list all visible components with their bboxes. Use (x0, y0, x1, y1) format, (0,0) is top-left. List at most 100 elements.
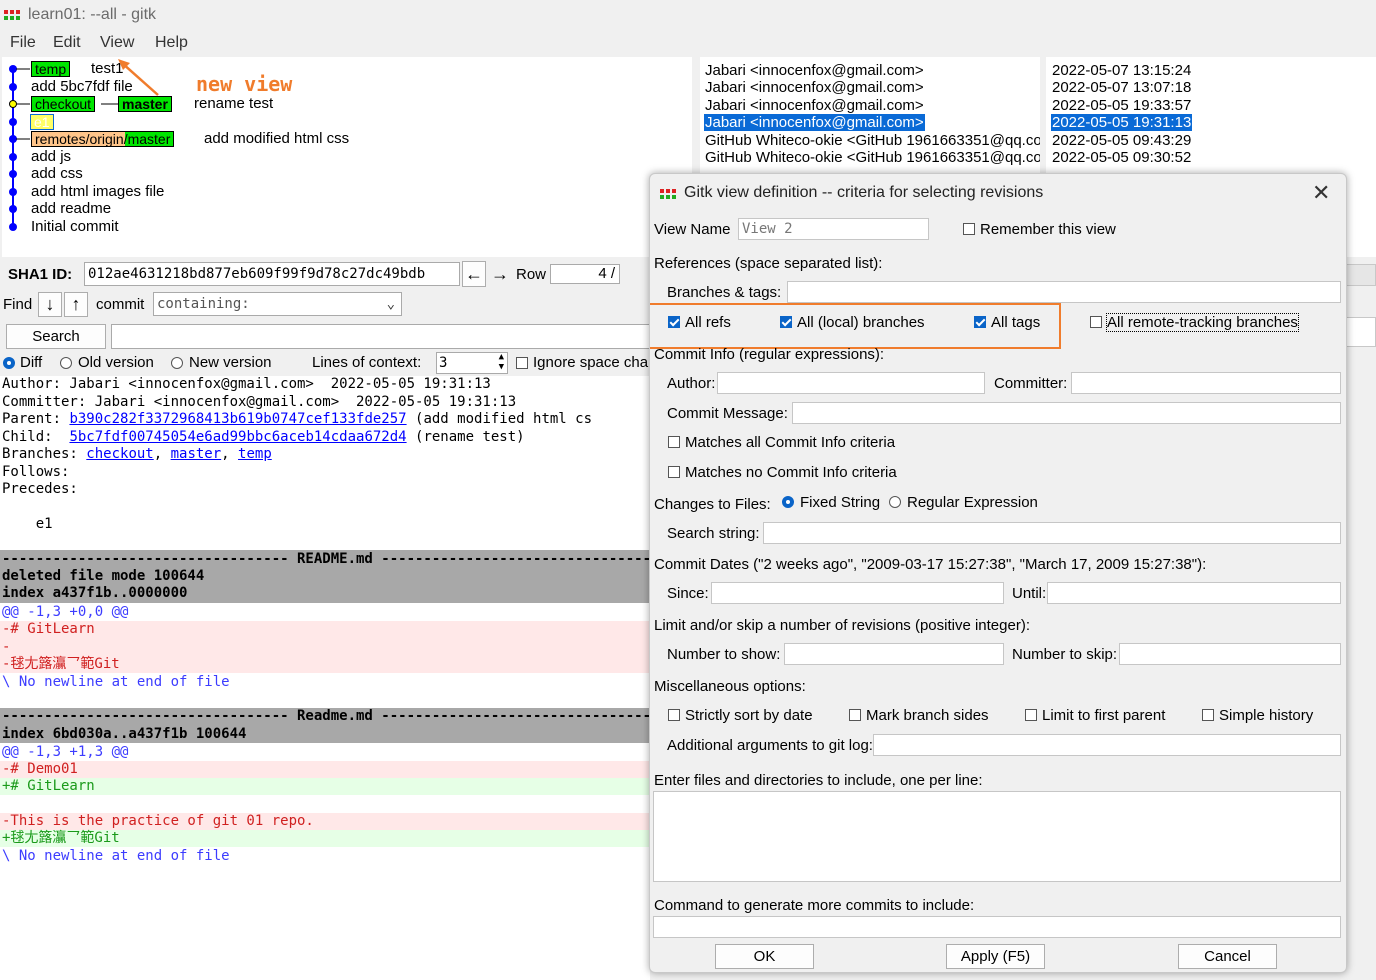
author-cell[interactable]: GitHub Whiteco-okie <GitHub 1961663351@q… (705, 149, 1040, 166)
number-to-show-input[interactable] (784, 643, 1004, 665)
commit-message-input[interactable] (792, 402, 1341, 424)
files-textarea[interactable] (653, 791, 1341, 882)
forward-arrow-icon[interactable]: → (488, 261, 512, 287)
branch-link-temp[interactable]: temp (238, 446, 272, 462)
commit-subject[interactable]: add css (31, 165, 83, 182)
branch-link-master[interactable]: master (171, 446, 222, 462)
commit-subject[interactable]: add readme (31, 200, 111, 217)
date-cell[interactable]: 2022-05-05 09:43:29 (1052, 132, 1191, 149)
ref-tag-remote-origin-master[interactable]: remotes/origin/master (31, 131, 175, 147)
command-input[interactable] (653, 916, 1341, 938)
lines-of-context-label: Lines of context: (312, 354, 422, 371)
find-type-label: commit (96, 296, 145, 313)
find-label: Find (3, 296, 33, 313)
diff-radio[interactable] (3, 357, 15, 369)
date-cell[interactable]: 2022-05-07 13:07:18 (1052, 79, 1191, 96)
ref-tag-temp[interactable]: temp (31, 61, 71, 77)
detail-follows: Follows: (2, 464, 70, 480)
old-version-label: Old version (78, 354, 154, 371)
author-cell[interactable]: Jabari <innocenfox@gmail.com> (705, 79, 924, 96)
menu-view[interactable]: View (100, 34, 134, 52)
gitk-app-icon (4, 10, 24, 22)
all-remote-branches-checkbox[interactable] (1090, 316, 1102, 328)
spinner-arrows-icon[interactable]: ▲ ▼ (499, 352, 504, 372)
diff-meta-line: index a437f1b..0000000 (2, 585, 188, 601)
regex-radio[interactable] (889, 496, 901, 508)
author-cell-selected[interactable]: Jabari <innocenfox@gmail.com> (704, 114, 925, 131)
row-number-field[interactable]: 4 / (550, 264, 620, 284)
date-cell[interactable]: 2022-05-05 19:33:57 (1052, 97, 1191, 114)
match-none-checkbox[interactable] (668, 466, 680, 478)
view-definition-dialog: Gitk view definition -- criteria for sel… (649, 173, 1347, 973)
search-button[interactable]: Search (6, 324, 106, 349)
first-parent-checkbox[interactable] (1025, 709, 1037, 721)
detail-branches: Branches: checkout, master, temp (2, 446, 272, 462)
close-icon[interactable]: ✕ (1312, 180, 1330, 206)
commit-subject[interactable]: rename test (194, 95, 273, 112)
since-input[interactable] (711, 582, 1004, 604)
branch-link-checkout[interactable]: checkout (86, 446, 153, 462)
date-cell[interactable]: 2022-05-07 13:15:24 (1052, 62, 1191, 79)
view-name-input[interactable]: View 2 (738, 218, 929, 240)
references-label: References (space separated list): (654, 255, 883, 272)
date-cell[interactable]: 2022-05-05 09:30:52 (1052, 149, 1191, 166)
remember-view-label: Remember this view (980, 221, 1116, 238)
all-tags-checkbox[interactable] (974, 316, 986, 328)
lines-of-context-spinner[interactable]: 3 ▲ ▼ (436, 352, 508, 374)
chevron-down-icon: ⌄ (386, 296, 395, 312)
find-down-arrow-icon[interactable]: ↓ (38, 292, 62, 317)
commit-graph-pane[interactable]: temp test1 add 5bc7fdf file checkout mas… (2, 57, 692, 257)
ok-button[interactable]: OK (715, 944, 814, 969)
commit-node (9, 188, 17, 196)
author-cell[interactable]: GitHub Whiteco-okie <GitHub 1961663351@q… (705, 132, 1040, 149)
date-cell-selected[interactable]: 2022-05-05 19:31:13 (1051, 114, 1193, 131)
ref-tag-e1[interactable]: e1 (30, 114, 54, 130)
author-cell[interactable]: Jabari <innocenfox@gmail.com> (705, 97, 924, 114)
until-input[interactable] (1047, 582, 1341, 604)
search-input[interactable] (111, 324, 651, 349)
commit-subject[interactable]: add modified html css (204, 130, 349, 147)
parent-sha-link[interactable]: b390c282f3372968413b619b0747cef133fde257 (69, 411, 406, 427)
extra-args-input[interactable] (873, 734, 1341, 756)
strict-sort-checkbox[interactable] (668, 709, 680, 721)
pane-stub (1344, 264, 1376, 286)
mark-branch-sides-checkbox[interactable] (849, 709, 861, 721)
all-refs-checkbox[interactable] (668, 316, 680, 328)
ignore-space-checkbox[interactable] (516, 357, 528, 369)
new-version-radio[interactable] (171, 357, 183, 369)
commit-subject[interactable]: add html images file (31, 183, 164, 200)
author-cell[interactable]: Jabari <innocenfox@gmail.com> (705, 62, 924, 79)
simple-history-checkbox[interactable] (1202, 709, 1214, 721)
match-all-checkbox[interactable] (668, 436, 680, 448)
branches-tags-input[interactable] (787, 281, 1341, 303)
committer-input[interactable] (1071, 372, 1341, 394)
find-up-arrow-icon[interactable]: ↑ (64, 292, 88, 317)
menu-edit[interactable]: Edit (53, 34, 81, 52)
commit-subject[interactable]: Initial commit (31, 218, 119, 235)
commit-subject[interactable]: add js (31, 148, 71, 165)
diff-meta-line: index 6bd030a..a437f1b 100644 (2, 726, 247, 742)
author-input[interactable] (717, 372, 985, 394)
back-arrow-icon[interactable]: ← (462, 261, 486, 287)
menu-file[interactable]: File (10, 34, 36, 52)
lines-of-context-value: 3 (439, 355, 448, 371)
all-local-branches-checkbox[interactable] (780, 316, 792, 328)
old-version-radio[interactable] (60, 357, 72, 369)
cancel-button[interactable]: Cancel (1178, 944, 1277, 969)
sha-id-field[interactable]: 012ae4631218bd877eb609f99f9d78c27dc49bdb (84, 262, 460, 286)
remember-view-checkbox[interactable] (963, 223, 975, 235)
ref-tag-checkout[interactable]: checkout (31, 96, 96, 112)
commit-node (9, 170, 17, 178)
diff-pane[interactable]: Author: Jabari <innocenfox@gmail.com> 20… (0, 376, 650, 980)
fixed-string-radio[interactable] (782, 496, 794, 508)
find-mode-select[interactable]: containing: ⌄ (153, 292, 402, 316)
number-to-skip-input[interactable] (1119, 643, 1341, 665)
view-name-label: View Name (654, 221, 731, 238)
new-version-label: New version (189, 354, 272, 371)
child-sha-link[interactable]: 5bc7fdf00745054e6ad99bbc6aceb14cdaa672d4 (69, 429, 406, 445)
search-string-input[interactable] (763, 522, 1341, 544)
menu-help[interactable]: Help (155, 34, 188, 52)
match-none-label: Matches no Commit Info criteria (685, 464, 897, 481)
apply-button[interactable]: Apply (F5) (946, 944, 1045, 969)
extra-args-label: Additional arguments to git log: (667, 737, 873, 754)
